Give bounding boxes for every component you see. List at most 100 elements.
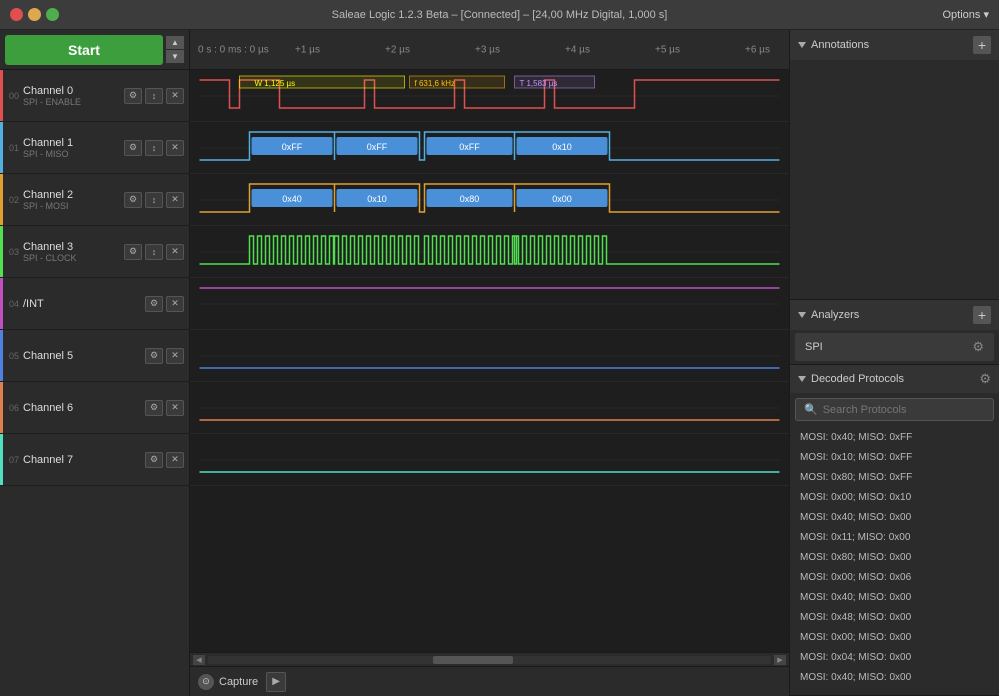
channel-list: 00 Channel 0 SPI - ENABLE ⚙ ↕ ✕ 01 Chann… bbox=[0, 70, 189, 486]
waveform-row-6 bbox=[190, 382, 789, 434]
protocol-item[interactable]: MOSI: 0x11; MISO: 0x00 bbox=[790, 528, 999, 548]
channel-info-0: Channel 0 SPI - ENABLE bbox=[23, 85, 124, 107]
channel-gear-5[interactable]: ⚙ bbox=[145, 348, 163, 364]
svg-text:0xFF: 0xFF bbox=[459, 142, 480, 152]
channel-gear-1[interactable]: ⚙ bbox=[124, 140, 142, 156]
channel-info-5: Channel 5 bbox=[23, 350, 145, 362]
channel-row-5: 05 Channel 5 ⚙ ✕ bbox=[0, 330, 189, 382]
channel-row-4: 04 /INT ⚙ ✕ bbox=[0, 278, 189, 330]
title-bar: Saleae Logic 1.2.3 Beta – [Connected] – … bbox=[0, 0, 999, 30]
decoded-protocols-section: Decoded Protocols ⚙ 🔍 MOSI: 0x40; MISO: … bbox=[790, 365, 999, 696]
decoded-header-left: Decoded Protocols bbox=[798, 373, 904, 385]
annotations-label: Annotations bbox=[811, 39, 869, 51]
decoded-collapse-icon[interactable] bbox=[798, 376, 806, 382]
channel-name-3: Channel 3 bbox=[23, 241, 124, 253]
search-input[interactable] bbox=[823, 404, 985, 416]
channel-num-3: 03 bbox=[5, 247, 19, 257]
protocol-item[interactable]: MOSI: 0x40; MISO: 0x00 bbox=[790, 668, 999, 688]
decoded-label: Decoded Protocols bbox=[811, 373, 904, 385]
start-button[interactable]: Start bbox=[5, 35, 163, 65]
channel-num-7: 07 bbox=[5, 455, 19, 465]
svg-text:0xFF: 0xFF bbox=[367, 142, 388, 152]
channel-extra-1[interactable]: ↕ bbox=[145, 140, 163, 156]
protocol-item[interactable]: MOSI: 0x40; MISO: 0x00 bbox=[790, 508, 999, 528]
protocol-item[interactable]: MOSI: 0x40; MISO: 0x00 bbox=[790, 588, 999, 608]
channel-gear-6[interactable]: ⚙ bbox=[145, 400, 163, 416]
channel-gear-7[interactable]: ⚙ bbox=[145, 452, 163, 468]
scroll-down-button[interactable]: ▼ bbox=[166, 50, 184, 63]
scrollbar: ◀ ▶ bbox=[190, 652, 789, 666]
waveform-panel: 0 s : 0 ms : 0 µs +1 µs +2 µs +3 µs +4 µ… bbox=[190, 30, 789, 696]
channel-close-7[interactable]: ✕ bbox=[166, 452, 184, 468]
spi-analyzer-name: SPI bbox=[805, 341, 823, 353]
channel-gear-0[interactable]: ⚙ bbox=[124, 88, 142, 104]
annotations-header-left: Annotations bbox=[798, 39, 869, 51]
channels-panel: Start ▲ ▼ 00 Channel 0 SPI - ENABLE ⚙ ↕ … bbox=[0, 30, 190, 696]
spi-gear-button[interactable]: ⚙ bbox=[972, 339, 984, 355]
channel-controls-3: ⚙ ↕ ✕ bbox=[124, 244, 184, 260]
channel-row-3: 03 Channel 3 SPI - CLOCK ⚙ ↕ ✕ bbox=[0, 226, 189, 278]
channel-info-3: Channel 3 SPI - CLOCK bbox=[23, 241, 124, 263]
protocol-item[interactable]: MOSI: 0x00; MISO: 0x00 bbox=[790, 628, 999, 648]
channel-close-2[interactable]: ✕ bbox=[166, 192, 184, 208]
minimize-button[interactable] bbox=[28, 8, 41, 21]
channel-close-4[interactable]: ✕ bbox=[166, 296, 184, 312]
channel-close-5[interactable]: ✕ bbox=[166, 348, 184, 364]
analyzers-collapse-icon[interactable] bbox=[798, 312, 806, 318]
channel-name-0: Channel 0 bbox=[23, 85, 124, 97]
waveform-area[interactable]: W 1,125 µsf 631,6 kHzT 1,583 µs0xFF0xFF0… bbox=[190, 70, 789, 652]
protocol-item[interactable]: MOSI: 0x00; MISO: 0x10 bbox=[790, 488, 999, 508]
annotations-collapse-icon[interactable] bbox=[798, 42, 806, 48]
channel-row-2: 02 Channel 2 SPI - MOSI ⚙ ↕ ✕ bbox=[0, 174, 189, 226]
search-box[interactable]: 🔍 bbox=[795, 398, 994, 421]
svg-text:0x10: 0x10 bbox=[552, 142, 572, 152]
scroll-track[interactable] bbox=[208, 656, 771, 664]
capture-icon: ⊙ bbox=[198, 674, 214, 690]
add-analyzer-button[interactable]: + bbox=[973, 306, 991, 324]
protocol-item[interactable]: MOSI: 0x80; MISO: 0xFF bbox=[790, 468, 999, 488]
channel-num-0: 00 bbox=[5, 91, 19, 101]
analyzers-section: Analyzers + SPI ⚙ bbox=[790, 300, 999, 365]
capture-button[interactable]: ⊙ Capture bbox=[198, 674, 258, 690]
scroll-thumb[interactable] bbox=[433, 656, 513, 664]
close-button[interactable] bbox=[10, 8, 23, 21]
protocol-item[interactable]: MOSI: 0x04; MISO: 0x00 bbox=[790, 648, 999, 668]
scroll-right-button[interactable]: ▶ bbox=[774, 655, 786, 665]
scroll-up-button[interactable]: ▲ bbox=[166, 36, 184, 49]
channel-color-bar-3 bbox=[0, 226, 3, 277]
protocol-item[interactable]: MOSI: 0x80; MISO: 0x00 bbox=[790, 548, 999, 568]
time-marker-6: +6 µs bbox=[745, 44, 770, 55]
channel-controls-4: ⚙ ✕ bbox=[145, 296, 184, 312]
maximize-button[interactable] bbox=[46, 8, 59, 21]
scroll-left-button[interactable]: ◀ bbox=[193, 655, 205, 665]
protocol-item[interactable]: MOSI: 0x10; MISO: 0xFF bbox=[790, 448, 999, 468]
protocol-item[interactable]: MOSI: 0x48; MISO: 0x00 bbox=[790, 608, 999, 628]
add-annotation-button[interactable]: + bbox=[973, 36, 991, 54]
decoded-gear-button[interactable]: ⚙ bbox=[979, 371, 991, 387]
channel-extra-2[interactable]: ↕ bbox=[145, 192, 163, 208]
channel-close-0[interactable]: ✕ bbox=[166, 88, 184, 104]
channel-close-1[interactable]: ✕ bbox=[166, 140, 184, 156]
time-marker-2: +2 µs bbox=[385, 44, 410, 55]
options-menu[interactable]: Options ▾ bbox=[943, 8, 990, 21]
capture-label: Capture bbox=[219, 676, 258, 688]
channel-name-4: /INT bbox=[23, 298, 145, 310]
channel-extra-0[interactable]: ↕ bbox=[145, 88, 163, 104]
protocol-item[interactable]: MOSI: 0x40; MISO: 0xFF bbox=[790, 428, 999, 448]
channel-close-6[interactable]: ✕ bbox=[166, 400, 184, 416]
channel-gear-4[interactable]: ⚙ bbox=[145, 296, 163, 312]
channel-color-bar-7 bbox=[0, 434, 3, 485]
channel-extra-3[interactable]: ↕ bbox=[145, 244, 163, 260]
channel-controls-0: ⚙ ↕ ✕ bbox=[124, 88, 184, 104]
channel-num-2: 02 bbox=[5, 195, 19, 205]
time-zero: 0 s : 0 ms : 0 µs bbox=[198, 44, 269, 55]
channel-gear-2[interactable]: ⚙ bbox=[124, 192, 142, 208]
protocol-item[interactable]: MOSI: 0x00; MISO: 0x06 bbox=[790, 568, 999, 588]
next-capture-button[interactable]: ▶ bbox=[266, 672, 286, 692]
scroll-buttons: ▲ ▼ bbox=[166, 36, 184, 63]
channel-info-4: /INT bbox=[23, 298, 145, 310]
channel-close-3[interactable]: ✕ bbox=[166, 244, 184, 260]
channel-num-5: 05 bbox=[5, 351, 19, 361]
time-marker-1: +1 µs bbox=[295, 44, 320, 55]
channel-gear-3[interactable]: ⚙ bbox=[124, 244, 142, 260]
